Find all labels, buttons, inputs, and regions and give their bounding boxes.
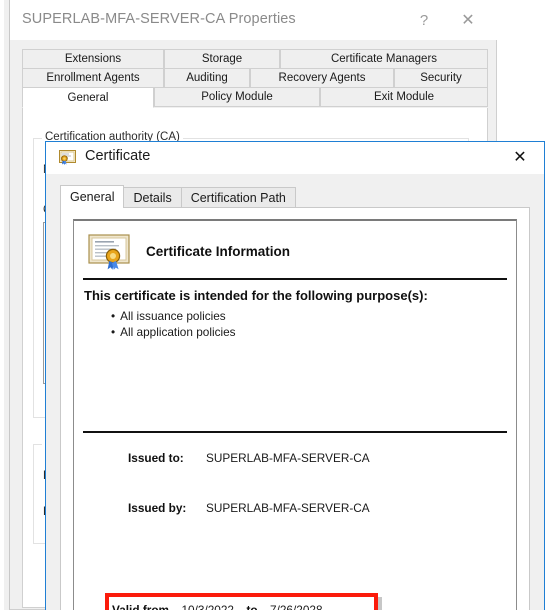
certificate-large-icon <box>88 234 130 270</box>
certificate-icon <box>59 150 76 165</box>
tab-row-1: Extensions Storage Certificate Managers <box>22 49 488 69</box>
tab-exit-module[interactable]: Exit Module <box>320 87 488 107</box>
cert-tab-certification-path[interactable]: Certification Path <box>180 187 296 208</box>
issued-by-label: Issued by: <box>128 501 187 515</box>
divider-top <box>83 278 507 280</box>
certificate-dialog: Certificate ✕ General Details Certificat… <box>45 141 545 610</box>
valid-to-value: 7/26/2028 <box>270 603 323 610</box>
tab-policy-module[interactable]: Policy Module <box>154 87 320 107</box>
tab-storage[interactable]: Storage <box>164 49 280 69</box>
issued-by-value: SUPERLAB-MFA-SERVER-CA <box>206 501 370 515</box>
certificate-general-panel: Certificate Information This certificate… <box>60 207 530 610</box>
certificate-dialog-title: Certificate <box>85 148 151 164</box>
bullet-icon: • <box>111 309 116 323</box>
list-item: • All application policies <box>111 325 236 341</box>
issued-to-value: SUPERLAB-MFA-SERVER-CA <box>206 451 370 465</box>
tab-recovery-agents[interactable]: Recovery Agents <box>250 68 394 88</box>
certificate-information-box: Certificate Information This certificate… <box>73 219 517 610</box>
cert-tab-details[interactable]: Details <box>123 187 182 208</box>
cert-tab-general[interactable]: General <box>60 185 125 208</box>
properties-titlebar: SUPERLAB-MFA-SERVER-CA Properties ? ✕ <box>10 0 497 40</box>
tab-general[interactable]: General <box>22 87 154 108</box>
bullet-icon: • <box>111 324 116 339</box>
purpose-label: All issuance policies <box>120 309 226 323</box>
screen: SUPERLAB-MFA-SERVER-CA Properties ? ✕ Ex… <box>0 0 553 610</box>
divider-bottom <box>83 431 507 433</box>
valid-from-label: Valid from <box>112 603 170 610</box>
tab-row-2: Enrollment Agents Auditing Recovery Agen… <box>22 68 488 88</box>
certificate-close-icon[interactable]: ✕ <box>508 148 532 168</box>
tab-auditing[interactable]: Auditing <box>164 68 250 88</box>
list-item: • All issuance policies <box>111 309 236 325</box>
certificate-body: General Details Certification Path Certi… <box>46 174 544 610</box>
certificate-tab-strip: General Details Certification Path <box>60 185 296 208</box>
purpose-label: All application policies <box>120 324 236 339</box>
tab-security[interactable]: Security <box>394 68 488 88</box>
help-icon[interactable]: ? <box>411 10 437 32</box>
close-icon[interactable]: ✕ <box>455 10 481 32</box>
certificate-titlebar: Certificate ✕ <box>46 142 544 174</box>
certificate-information-heading: Certificate Information <box>146 244 291 259</box>
properties-window-title: SUPERLAB-MFA-SERVER-CA Properties <box>22 11 296 27</box>
valid-from-value: 10/3/2022 <box>181 603 234 610</box>
background-window-edge <box>0 0 4 610</box>
tab-extensions[interactable]: Extensions <box>22 49 164 69</box>
valid-to-label: to <box>246 603 258 610</box>
tab-certificate-managers[interactable]: Certificate Managers <box>280 49 488 69</box>
tab-row-3: General Policy Module Exit Module <box>22 87 488 108</box>
purposes-list: • All issuance policies • All application … <box>111 309 236 340</box>
intended-purposes-label: This certificate is intended for the fol… <box>84 288 428 303</box>
tab-enrollment-agents[interactable]: Enrollment Agents <box>22 68 164 88</box>
validity-row: Valid from 10/3/2022 to 7/26/2028 <box>112 601 323 610</box>
properties-tab-strip: Extensions Storage Certificate Managers … <box>22 49 488 108</box>
issued-to-label: Issued to: <box>128 451 184 465</box>
